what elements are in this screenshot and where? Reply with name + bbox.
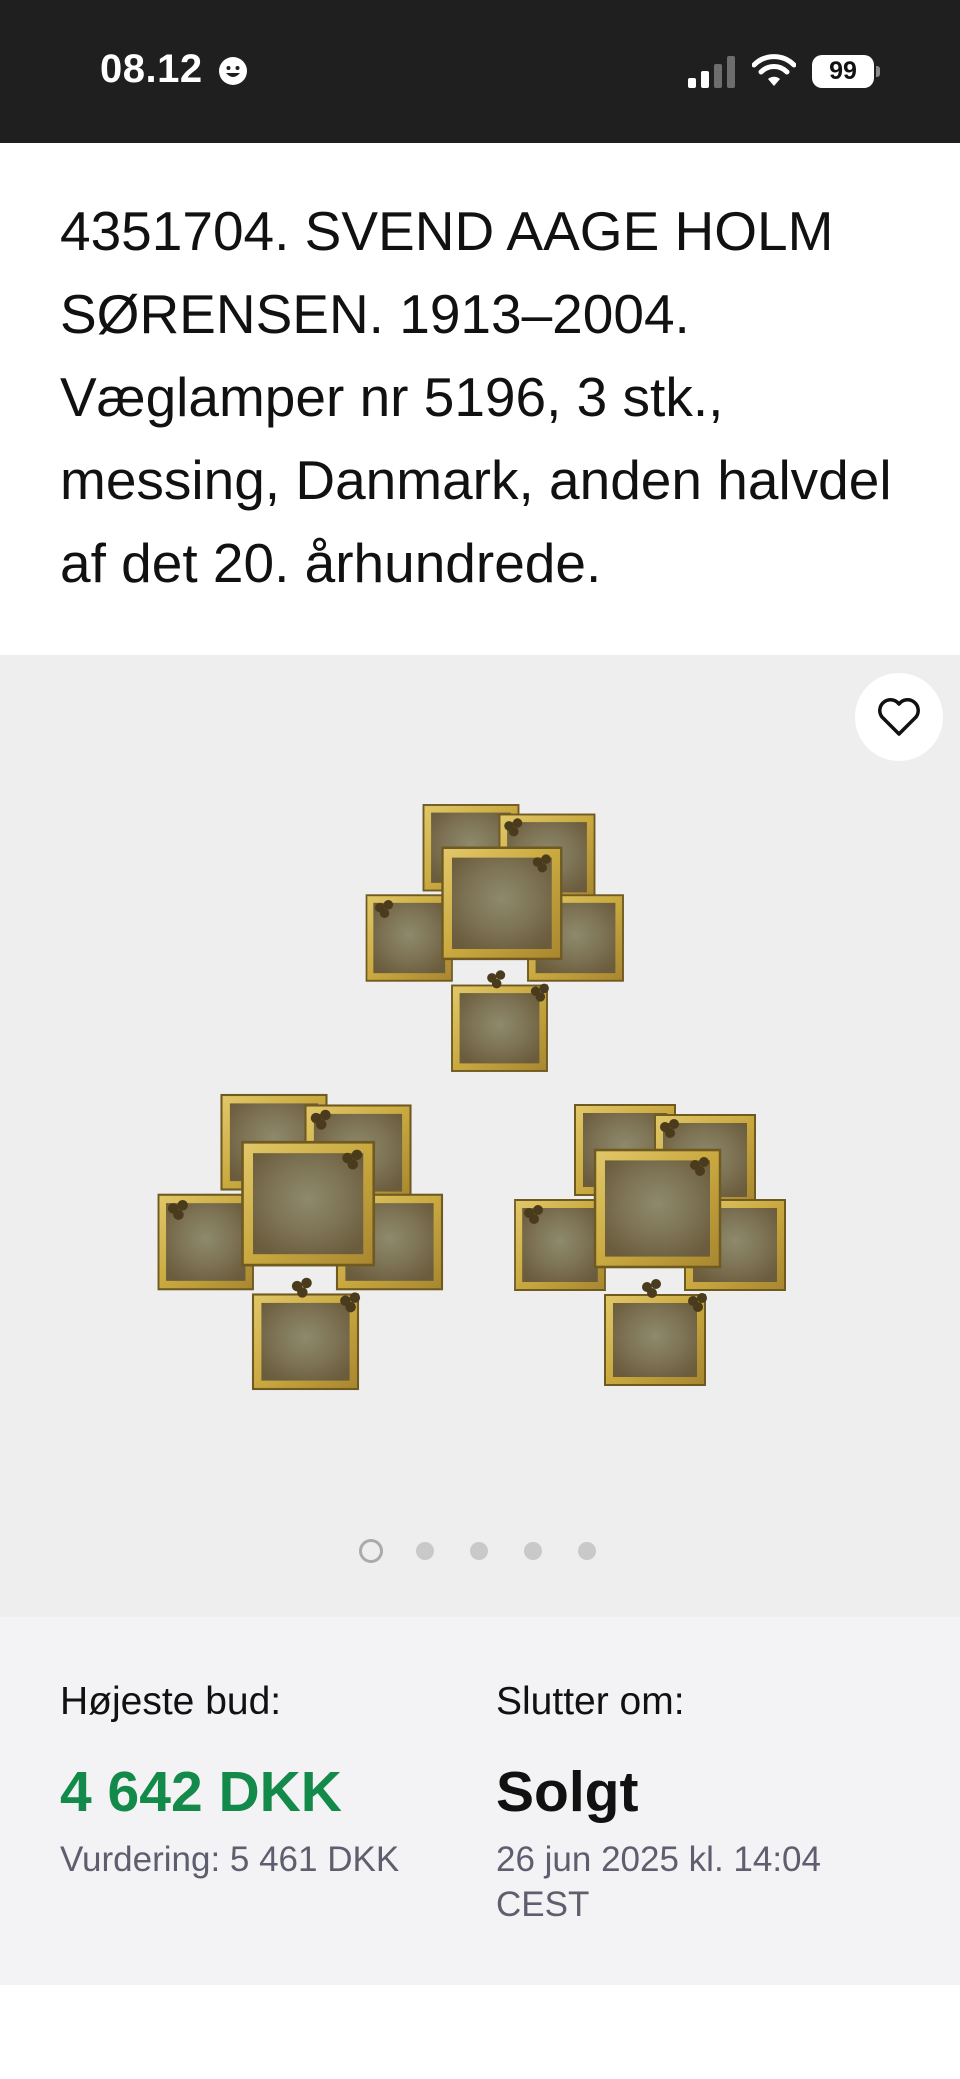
valuation-text: Vurdering: 5 461 DKK: [60, 1840, 400, 1879]
smiley-icon: [219, 57, 247, 85]
listing-title: 4351704. SVEND AAGE HOLM SØRENSEN. 1913–…: [60, 200, 892, 594]
bid-panel: Højeste bud: 4 642 DKK Vurdering: 5 461 …: [0, 1617, 960, 1985]
gallery-dot-5[interactable]: [578, 1542, 596, 1560]
status-bar: 08.12 99: [0, 0, 960, 143]
product-image: [0, 655, 960, 1617]
heart-icon: [878, 698, 920, 736]
highest-bid-label: Højeste bud:: [60, 1680, 282, 1723]
gallery-dot-1[interactable]: [359, 1539, 383, 1563]
ends-label: Slutter om:: [496, 1680, 685, 1723]
status-time: 08.12: [100, 47, 203, 91]
wifi-icon: [752, 54, 796, 86]
end-date-line-2: CEST: [496, 1885, 590, 1924]
product-image-gallery[interactable]: [0, 655, 960, 1617]
gallery-dot-3[interactable]: [470, 1542, 488, 1560]
battery-icon: 99: [812, 55, 880, 88]
battery-level: 99: [829, 57, 857, 85]
gallery-dot-2[interactable]: [416, 1542, 434, 1560]
gallery-pagination: [0, 1538, 960, 1564]
auction-status: Solgt: [496, 1760, 639, 1824]
end-date-line-1: 26 jun 2025 kl. 14:04: [496, 1840, 821, 1879]
highest-bid-value: 4 642 DKK: [60, 1760, 342, 1824]
gallery-dot-4[interactable]: [524, 1542, 542, 1560]
favorite-button[interactable]: [855, 673, 943, 761]
cellular-signal-icon: [688, 56, 735, 88]
